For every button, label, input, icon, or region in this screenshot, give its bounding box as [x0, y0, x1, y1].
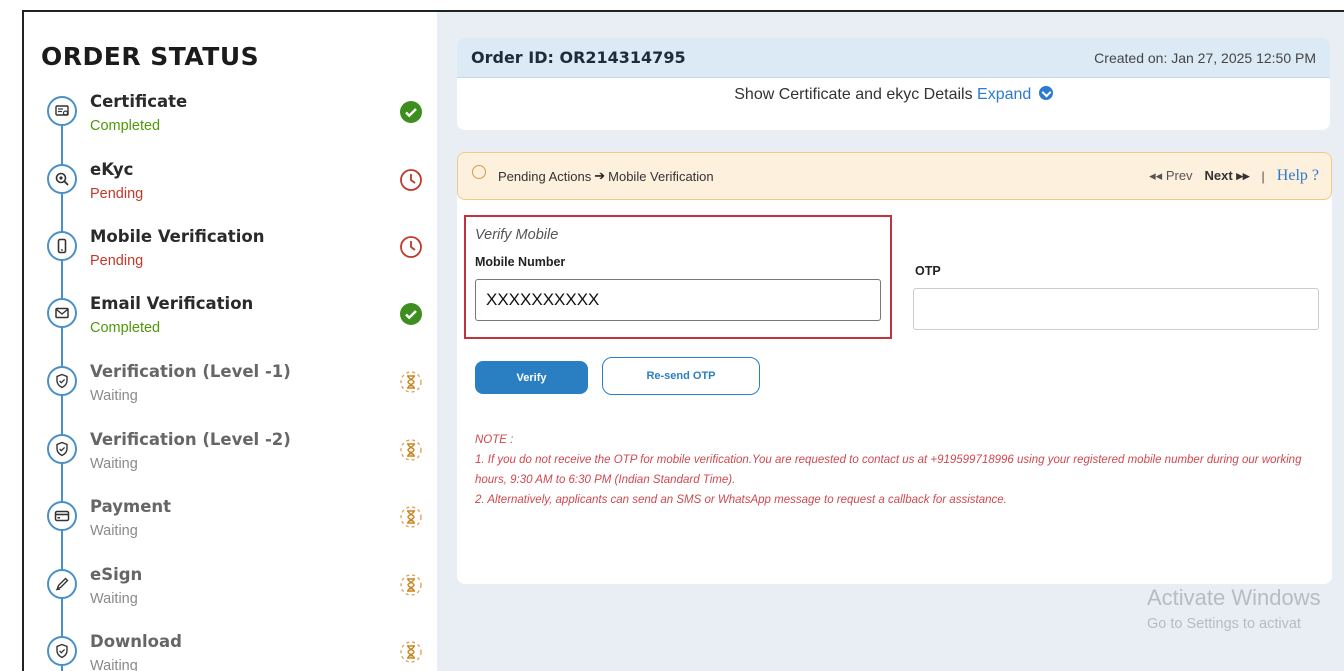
step-ekyc[interactable]: eKyc Pending [47, 160, 437, 220]
search-icon [47, 164, 77, 194]
hourglass-icon [400, 371, 422, 393]
clock-icon [400, 236, 422, 258]
step-name: eSign [90, 565, 143, 584]
step-email-verification[interactable]: Email Verification Completed [47, 294, 437, 354]
hourglass-icon [400, 574, 422, 596]
pen-icon [47, 569, 77, 599]
created-date: Created on: Jan 27, 2025 12:50 PM [1094, 49, 1316, 66]
clock-icon [400, 169, 422, 191]
pending-actions-bar: Pending Actions ➔ Mobile Verification ◂◂… [457, 152, 1332, 200]
activate-windows-subtext: Go to Settings to activat [1147, 616, 1301, 632]
activate-windows-watermark: Activate Windows [1147, 585, 1321, 610]
step-name: Certificate [90, 92, 188, 111]
step-status: Waiting [90, 456, 138, 472]
step-name: eKyc [90, 160, 134, 179]
verify-mobile-title: Verify Mobile [475, 227, 559, 243]
step-status: Waiting [90, 658, 138, 671]
shield-icon [47, 434, 77, 464]
card-icon [47, 501, 77, 531]
step-payment[interactable]: Payment Waiting [47, 497, 437, 557]
step-navigation: ◂◂ Prev Next ▸▸ | Help ? [1149, 167, 1319, 185]
step-esign[interactable]: eSign Waiting [47, 565, 437, 625]
arrow-icon: ➔ [594, 168, 606, 183]
nav-separator: | [1261, 168, 1265, 184]
note-block: NOTE : 1. If you do not receive the OTP … [475, 430, 1315, 510]
step-name: Payment [90, 497, 172, 516]
order-bar: Order ID: OR214314795 Created on: Jan 27… [457, 38, 1330, 78]
step-certificate[interactable]: Certificate Completed [47, 92, 437, 152]
step-name: Mobile Verification [90, 227, 265, 246]
order-card: Order ID: OR214314795 Created on: Jan 27… [457, 38, 1330, 130]
verify-button[interactable]: Verify [475, 361, 588, 394]
step-name: Download [90, 632, 182, 651]
mobile-number-label: Mobile Number [475, 255, 566, 269]
check-circle-icon [400, 101, 422, 123]
resend-otp-button[interactable]: Re-send OTP [602, 357, 760, 395]
current-action-label: Mobile Verification [608, 168, 714, 184]
prev-link[interactable]: ◂◂ Prev [1149, 168, 1192, 184]
step-status: Waiting [90, 523, 138, 539]
note-heading: NOTE : [475, 434, 514, 446]
step-status: Pending [90, 186, 144, 202]
otp-label: OTP [915, 264, 941, 278]
step-status: Waiting [90, 591, 138, 607]
step-name: Email Verification [90, 294, 254, 313]
mail-icon [47, 298, 77, 328]
step-status: Pending [90, 253, 144, 269]
step-status: Completed [90, 118, 161, 134]
mobile-number-input[interactable] [475, 279, 881, 321]
expand-link[interactable]: Expand [977, 86, 1031, 103]
step-download[interactable]: Download Waiting [47, 632, 437, 671]
step-verification-level-2[interactable]: Verification (Level -2) Waiting [47, 430, 437, 490]
step-verification-level-1[interactable]: Verification (Level -1) Waiting [47, 362, 437, 422]
step-mobile-verification[interactable]: Mobile Verification Pending [47, 227, 437, 287]
hourglass-icon [400, 439, 422, 461]
step-status: Waiting [90, 388, 138, 404]
sidebar-title: ORDER STATUS [41, 42, 260, 71]
hourglass-icon [400, 641, 422, 663]
note-line-2: 2. Alternatively, applicants can send an… [475, 494, 1007, 506]
shield-icon [47, 636, 77, 666]
hourglass-icon [400, 506, 422, 528]
step-name: Verification (Level -1) [90, 362, 291, 381]
step-name: Verification (Level -2) [90, 430, 291, 449]
step-status: Completed [90, 320, 161, 336]
app-frame: ORDER STATUS Certificate Completed eKyc … [22, 10, 1344, 671]
otp-input[interactable] [913, 288, 1319, 330]
shield-icon [47, 366, 77, 396]
expand-icon[interactable] [1038, 86, 1053, 100]
order-id: Order ID: OR214314795 [471, 48, 686, 67]
pending-actions-label: Pending Actions [498, 168, 592, 184]
verify-mobile-box: Verify Mobile Mobile Number [464, 215, 892, 339]
help-link[interactable]: Help ? [1277, 167, 1319, 185]
note-line-1: 1. If you do not receive the OTP for mob… [475, 454, 1302, 486]
next-link[interactable]: Next ▸▸ [1205, 168, 1250, 184]
pending-icon [472, 165, 486, 179]
show-details-text: Show Certificate and ekyc Details [734, 86, 973, 103]
check-circle-icon [400, 303, 422, 325]
certificate-icon [47, 96, 77, 126]
mobile-icon [47, 231, 77, 261]
verification-card: Pending Actions ➔ Mobile Verification ◂◂… [457, 152, 1332, 584]
show-details-line: Show Certificate and ekyc Details Expand [457, 86, 1330, 104]
order-status-sidebar: ORDER STATUS Certificate Completed eKyc … [24, 12, 437, 671]
